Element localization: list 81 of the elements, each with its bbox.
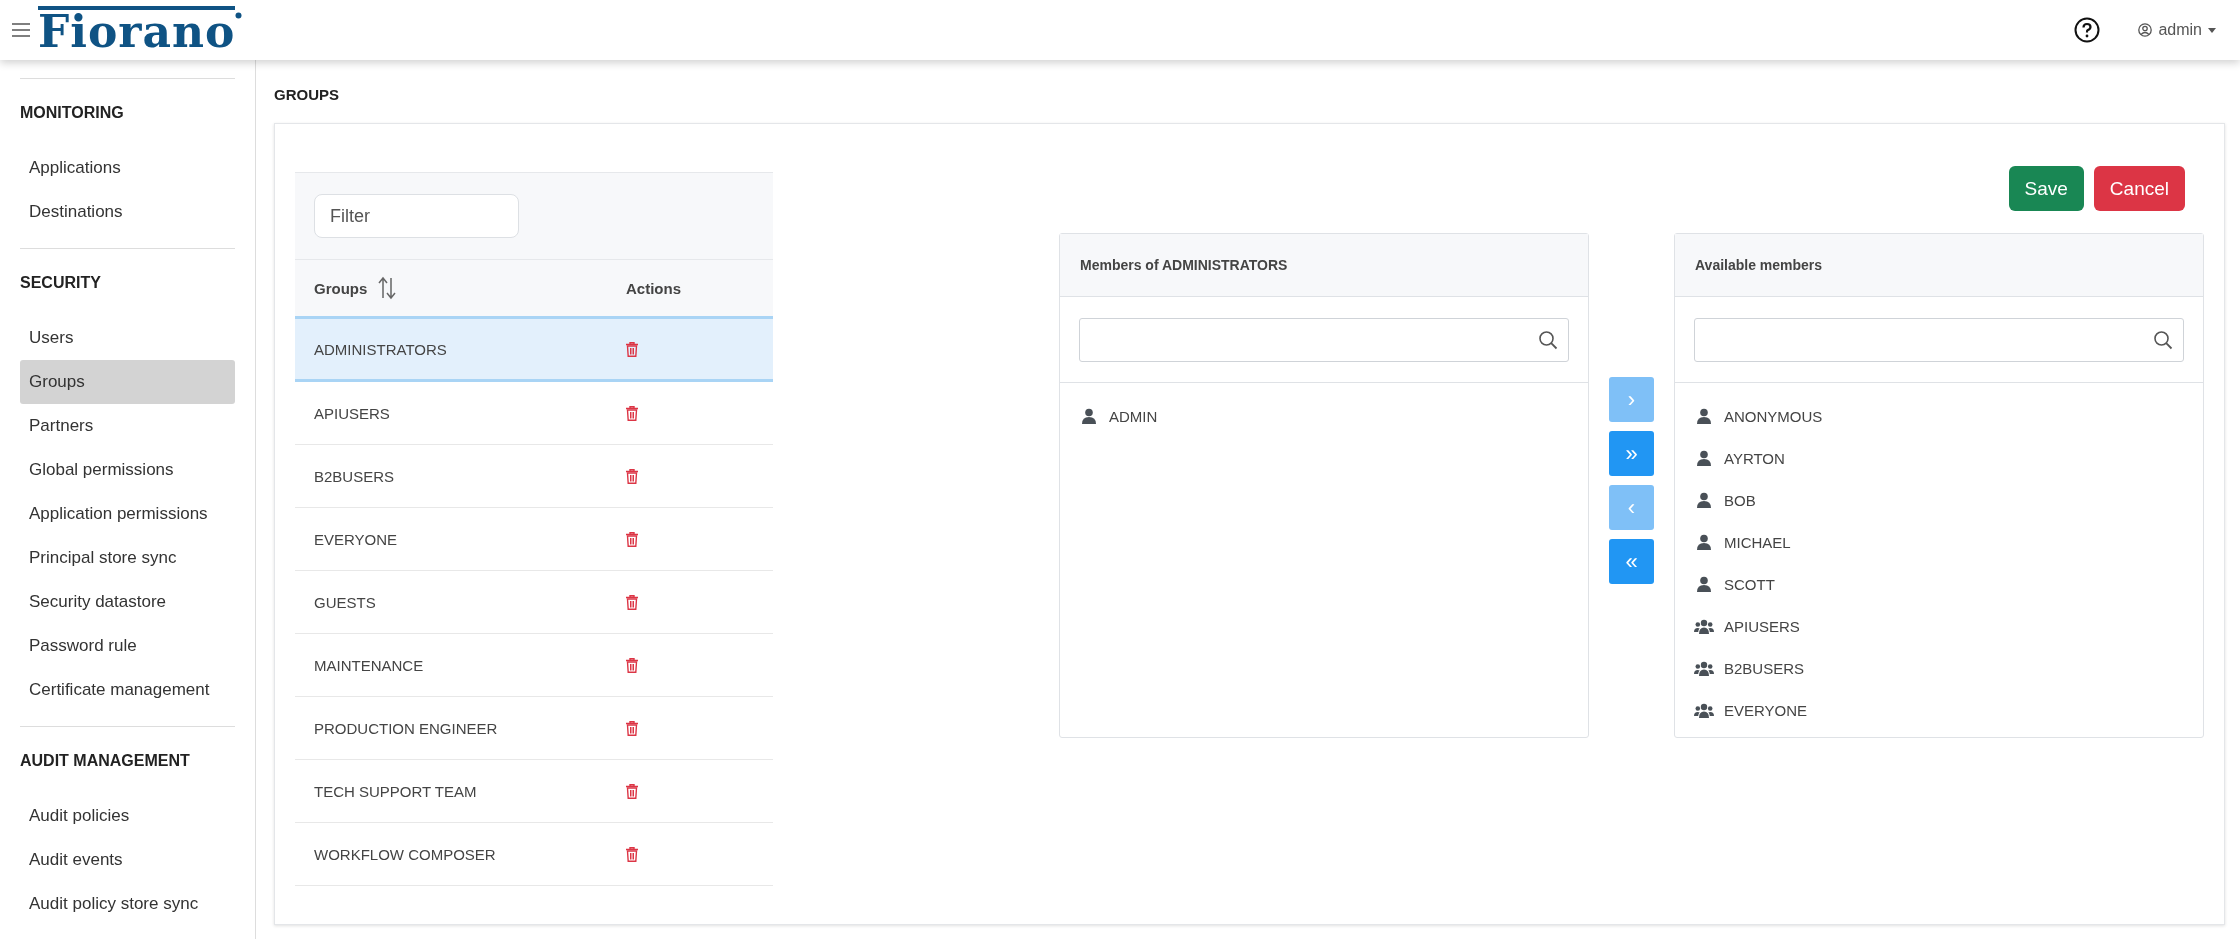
help-icon[interactable]: [2074, 17, 2101, 43]
menu-icon[interactable]: [12, 23, 30, 37]
member-name[interactable]: MICHAEL: [1724, 533, 1791, 551]
sidebar-item[interactable]: Audit policies: [20, 794, 235, 838]
member-name[interactable]: ADMIN: [1109, 407, 1158, 425]
sidebar-item[interactable]: Certificate management: [20, 668, 235, 712]
sidebar-section-title: MONITORING: [20, 103, 125, 123]
people-icon: [1694, 618, 1714, 634]
member-name[interactable]: SCOTT: [1724, 575, 1775, 593]
sidebar-item[interactable]: Groups: [20, 360, 235, 404]
trash-icon[interactable]: [626, 468, 638, 484]
group-name: MAINTENANCE: [314, 656, 424, 674]
sidebar-item[interactable]: Partners: [20, 404, 235, 448]
sidebar-item[interactable]: Applications: [20, 146, 235, 190]
cancel-button[interactable]: Cancel: [2093, 166, 2185, 211]
sidebar-item[interactable]: Users: [20, 316, 235, 360]
table-row[interactable]: PRODUCTION ENGINEER: [295, 697, 773, 760]
sidebar-item[interactable]: Principal store sync: [20, 536, 235, 580]
page-title: GROUPS: [274, 86, 339, 103]
user-menu[interactable]: admin: [2138, 21, 2216, 39]
table-row[interactable]: B2BUSERS: [295, 445, 773, 508]
caret-icon: [2208, 27, 2216, 33]
person-icon: [1697, 408, 1711, 424]
search-icon: [2153, 329, 2173, 350]
group-name: ADMINISTRATORS: [314, 340, 447, 358]
table-row[interactable]: TECH SUPPORT TEAM: [295, 760, 773, 823]
sidebar-item[interactable]: Audit policy store sync: [20, 882, 235, 926]
trash-icon[interactable]: [626, 594, 638, 610]
people-icon: [1694, 660, 1714, 676]
table-row[interactable]: EVERYONE: [295, 508, 773, 571]
group-name: B2BUSERS: [314, 467, 395, 485]
group-name: EVERYONE: [314, 530, 398, 548]
group-name: TECH SUPPORT TEAM: [314, 782, 477, 800]
sidebar-item[interactable]: Application permissions: [20, 492, 235, 536]
user-circle-icon: [2138, 23, 2153, 37]
trash-icon[interactable]: [626, 657, 638, 673]
trash-icon[interactable]: [626, 531, 638, 547]
column-header[interactable]: Groups: [314, 279, 368, 297]
sidebar-item[interactable]: Global permissions: [20, 448, 235, 492]
member-name[interactable]: ANONYMOUS: [1724, 407, 1823, 425]
sidebar-item[interactable]: Audit events: [20, 838, 235, 882]
group-name: GUESTS: [314, 593, 376, 611]
trash-icon[interactable]: [626, 720, 638, 736]
trash-icon[interactable]: [626, 783, 638, 799]
panel-title: Members of ADMINISTRATORS: [1080, 257, 1288, 273]
group-name: PRODUCTION ENGINEER: [314, 719, 498, 737]
trash-icon[interactable]: [626, 846, 638, 862]
search-field[interactable]: [1079, 317, 1569, 362]
person-icon: [1697, 450, 1711, 466]
trash-icon[interactable]: [626, 341, 638, 357]
group-name: APIUSERS: [314, 404, 390, 422]
people-icon: [1694, 702, 1714, 718]
sidebar-item[interactable]: Security datastore: [20, 580, 235, 624]
panel-title: Available members: [1695, 257, 1823, 273]
person-icon: [1697, 534, 1711, 550]
table-row[interactable]: WORKFLOW COMPOSER: [295, 823, 773, 886]
trash-icon[interactable]: [626, 405, 638, 421]
search-field[interactable]: [1694, 317, 2184, 362]
column-header: Actions: [626, 279, 681, 297]
member-name[interactable]: EVERYONE: [1724, 701, 1808, 719]
table-row[interactable]: ADMINISTRATORS: [295, 319, 773, 382]
table-row[interactable]: GUESTS: [295, 571, 773, 634]
sidebar-section-title: SECURITY: [20, 273, 102, 293]
sidebar-item[interactable]: Destinations: [20, 190, 235, 234]
person-icon: [1697, 576, 1711, 592]
member-name[interactable]: B2BUSERS: [1724, 659, 1805, 677]
group-name: WORKFLOW COMPOSER: [314, 845, 496, 863]
person-icon: [1082, 408, 1096, 424]
member-name[interactable]: AYRTON: [1724, 449, 1785, 467]
sidebar-item[interactable]: Password rule: [20, 624, 235, 668]
table-row[interactable]: MAINTENANCE: [295, 634, 773, 697]
filter-field[interactable]: Filter: [314, 194, 519, 238]
member-name[interactable]: APIUSERS: [1724, 617, 1800, 635]
search-icon: [1538, 329, 1558, 350]
sort-icon[interactable]: [377, 276, 398, 300]
member-name[interactable]: BOB: [1724, 491, 1756, 509]
sidebar-section-title: AUDIT MANAGEMENT: [20, 751, 191, 771]
save-button[interactable]: Save: [2008, 166, 2084, 211]
logo: Fiorano: [38, 6, 236, 54]
table-row[interactable]: APIUSERS: [295, 382, 773, 445]
person-icon: [1697, 492, 1711, 508]
